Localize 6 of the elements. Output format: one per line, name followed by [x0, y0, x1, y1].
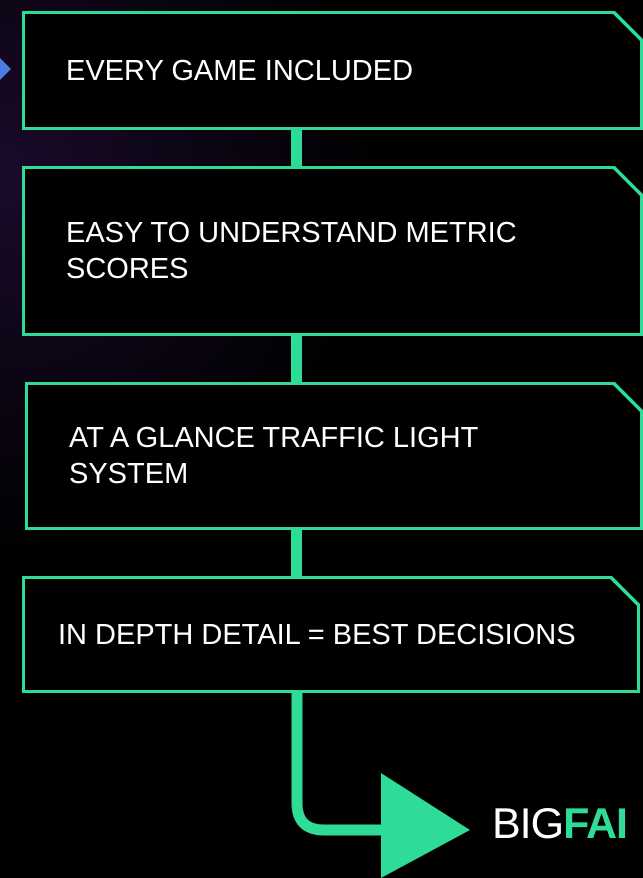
step-text: EVERY GAME INCLUDED — [66, 54, 414, 88]
brand-logo: BIGFAI — [492, 803, 627, 850]
step-text: EASY TO UNDERSTAND METRIC SCORES — [66, 216, 518, 287]
step-text: AT A GLANCE TRAFFIC LIGHT SYSTEM — [69, 421, 479, 492]
triangle-icon — [0, 58, 11, 80]
step-text: IN DEPTH DETAIL = BEST DECISIONS — [58, 618, 576, 652]
